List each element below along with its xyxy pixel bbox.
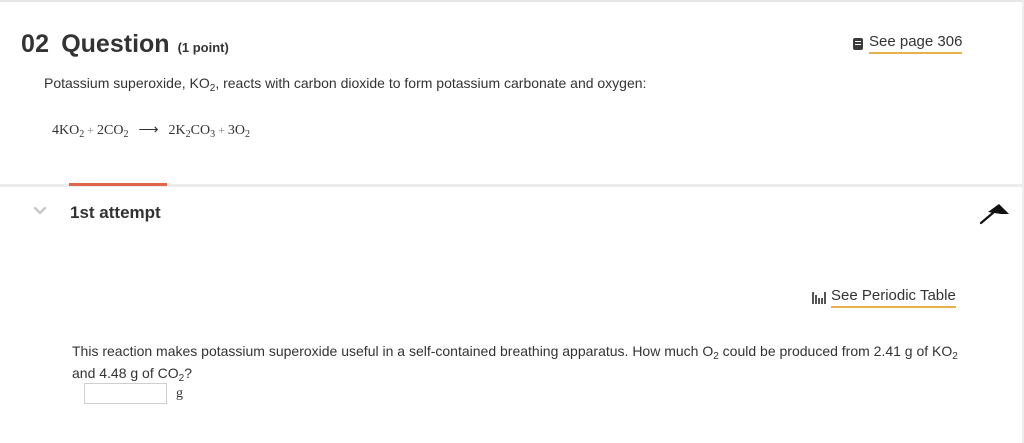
chemical-equation: 4KO2 + 2CO2 ⟶ 2K2CO3 + 3O2	[52, 122, 251, 140]
plus-sign: +	[218, 123, 225, 137]
question-points: (1 point)	[177, 40, 229, 55]
book-icon	[853, 37, 863, 50]
product-o2: 3O2	[227, 123, 251, 140]
question-title: Question	[61, 30, 170, 58]
plus-sign: +	[87, 123, 95, 137]
reactant-co2: 2CO2	[97, 123, 129, 140]
see-periodic-table-link[interactable]: See Periodic Table	[812, 287, 956, 308]
attempt-tab-indicator	[69, 183, 167, 186]
see-page-label[interactable]: See page 306	[869, 33, 963, 54]
top-divider	[0, 0, 1024, 2]
question-prompt: Potassium superoxide, KO2, reacts with c…	[44, 75, 647, 94]
attempt-label[interactable]: 1st attempt	[70, 203, 161, 223]
answer-input[interactable]	[84, 383, 167, 404]
pin-icon[interactable]	[977, 200, 1011, 226]
question-number: 02	[21, 30, 50, 58]
reaction-arrow: ⟶	[138, 123, 159, 138]
question-header: 02 Question (1 point)	[21, 30, 229, 59]
periodic-table-icon	[812, 291, 826, 304]
answer-unit: g	[176, 386, 183, 401]
question-text: This reaction makes potassium superoxide…	[72, 343, 958, 384]
chevron-down-icon[interactable]	[33, 204, 47, 218]
product-k2co3: 2K2CO3	[168, 123, 216, 140]
see-page-link[interactable]: See page 306	[853, 33, 963, 54]
see-periodic-table-label[interactable]: See Periodic Table	[831, 287, 956, 308]
reactant-ko2: 4KO2	[52, 123, 85, 140]
